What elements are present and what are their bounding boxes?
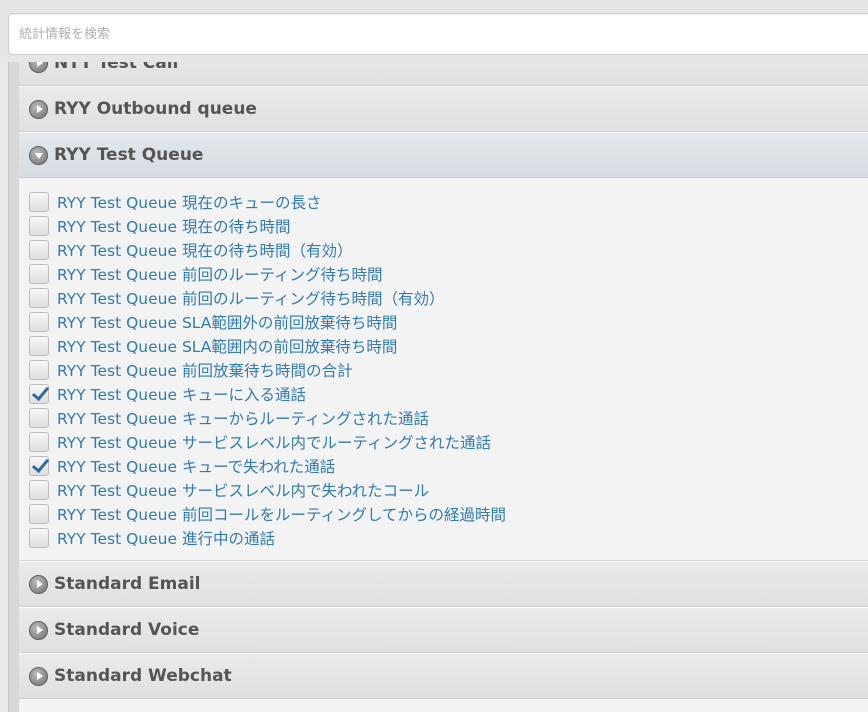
expand-arrow-icon [29,99,48,119]
metric-checkbox[interactable] [29,336,49,356]
queue-header-ryy-test-queue[interactable]: RYY Test Queue [19,132,868,178]
metric-row[interactable]: RYY Test Queue 進行中の通話 [29,526,868,550]
metric-row[interactable]: RYY Test Queue 現在の待ち時間 [29,214,868,238]
metric-label[interactable]: RYY Test Queue 現在の待ち時間（有効） [57,239,352,261]
metric-label[interactable]: RYY Test Queue 現在のキューの長さ [57,191,321,213]
metric-checkbox[interactable] [29,528,49,548]
metric-label[interactable]: RYY Test Queue サービスレベル内で失われたコール [57,479,429,501]
metric-checkbox[interactable] [29,240,49,260]
metric-row[interactable]: RYY Test Queue 前回のルーティング待ち時間 [29,262,868,286]
metric-checkbox[interactable] [29,192,49,212]
queue-title: Standard Webchat [54,666,232,686]
expand-arrow-icon [29,62,48,73]
queue-accordion: NTT Test Call RYY Outbound queue RYY Tes… [19,62,868,699]
queue-header-ntt-test-call[interactable]: NTT Test Call [19,62,868,86]
metric-row[interactable]: RYY Test Queue キューで失われた通話 [29,454,868,478]
expand-arrow-icon [29,620,48,640]
metric-row[interactable]: RYY Test Queue 前回コールをルーティングしてからの経過時間 [29,502,868,526]
metric-label[interactable]: RYY Test Queue SLA範囲外の前回放棄待ち時間 [57,311,397,333]
metric-label[interactable]: RYY Test Queue 現在の待ち時間 [57,215,290,237]
metric-row[interactable]: RYY Test Queue キューからルーティングされた通話 [29,406,868,430]
metric-row[interactable]: RYY Test Queue サービスレベル内で失われたコール [29,478,868,502]
stats-panel: NTT Test Call RYY Outbound queue RYY Tes… [8,62,868,712]
metric-checkbox[interactable] [29,312,49,332]
search-bar [0,0,868,62]
expand-arrow-icon [29,574,48,594]
queue-title: RYY Outbound queue [54,99,257,119]
metric-checkbox[interactable] [29,264,49,284]
metric-label[interactable]: RYY Test Queue 前回放棄待ち時間の合計 [57,359,352,381]
metric-label[interactable]: RYY Test Queue 進行中の通話 [57,527,275,549]
metric-label[interactable]: RYY Test Queue キューで失われた通話 [57,455,335,477]
metric-row[interactable]: RYY Test Queue 現在のキューの長さ [29,190,868,214]
metric-checkbox[interactable] [29,288,49,308]
metric-label[interactable]: RYY Test Queue SLA範囲内の前回放棄待ち時間 [57,335,397,357]
metric-label[interactable]: RYY Test Queue 前回コールをルーティングしてからの経過時間 [57,503,506,525]
metric-checkbox[interactable] [29,504,49,524]
metric-label[interactable]: RYY Test Queue 前回のルーティング待ち時間（有効） [57,287,445,309]
metric-checkbox[interactable] [29,216,49,236]
metric-list: RYY Test Queue 現在のキューの長さ RYY Test Queue 現… [19,178,868,561]
metric-checkbox-checked[interactable] [29,456,49,476]
metric-checkbox[interactable] [29,360,49,380]
queue-title: RYY Test Queue [54,145,204,165]
queue-header-standard-webchat[interactable]: Standard Webchat [19,653,868,699]
metric-checkbox[interactable] [29,432,49,452]
metric-row[interactable]: RYY Test Queue 前回のルーティング待ち時間（有効） [29,286,868,310]
search-input[interactable] [8,13,868,55]
metric-row[interactable]: RYY Test Queue キューに入る通話 [29,382,868,406]
metric-row[interactable]: RYY Test Queue サービスレベル内でルーティングされた通話 [29,430,868,454]
metric-checkbox[interactable] [29,480,49,500]
metric-label[interactable]: RYY Test Queue キューからルーティングされた通話 [57,407,429,429]
queue-header-standard-voice[interactable]: Standard Voice [19,607,868,653]
metric-row[interactable]: RYY Test Queue SLA範囲外の前回放棄待ち時間 [29,310,868,334]
queue-header-standard-email[interactable]: Standard Email [19,561,868,607]
queue-title: Standard Voice [54,620,200,640]
metric-label[interactable]: RYY Test Queue 前回のルーティング待ち時間 [57,263,383,285]
metric-row[interactable]: RYY Test Queue 前回放棄待ち時間の合計 [29,358,868,382]
metric-label[interactable]: RYY Test Queue キューに入る通話 [57,383,306,405]
expand-arrow-icon [29,666,48,686]
queue-title: Standard Email [54,574,201,594]
queue-title: NTT Test Call [54,62,179,73]
metric-row[interactable]: RYY Test Queue 現在の待ち時間（有効） [29,238,868,262]
metric-row[interactable]: RYY Test Queue SLA範囲内の前回放棄待ち時間 [29,334,868,358]
collapse-arrow-icon [29,145,48,165]
metric-label[interactable]: RYY Test Queue サービスレベル内でルーティングされた通話 [57,431,491,453]
queue-header-ryy-outbound-queue[interactable]: RYY Outbound queue [19,86,868,132]
stats-panel-inner: NTT Test Call RYY Outbound queue RYY Tes… [19,62,868,712]
metric-checkbox-checked[interactable] [29,384,49,404]
metric-checkbox[interactable] [29,408,49,428]
